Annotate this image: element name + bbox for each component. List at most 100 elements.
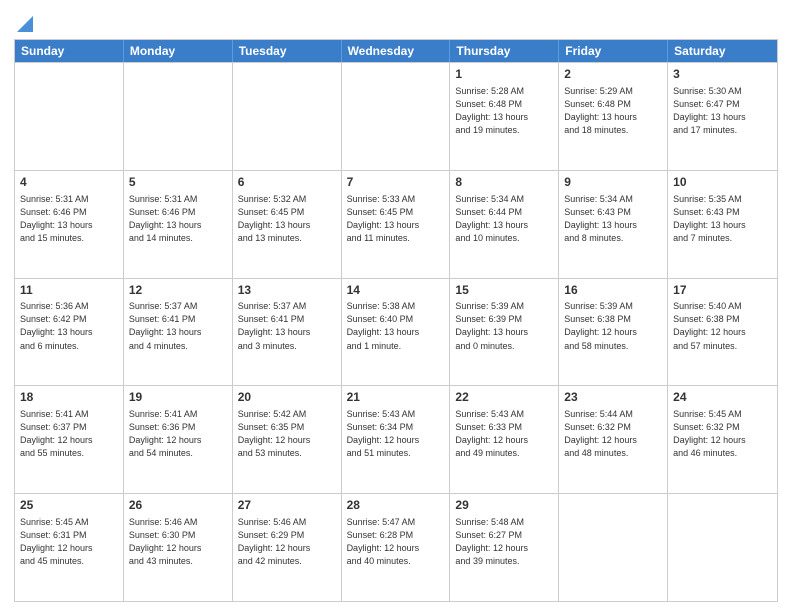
calendar-cell: 25 Sunrise: 5:45 AM Sunset: 6:31 PM Dayli… <box>15 494 124 601</box>
calendar-cell: 13Sunrise: 5:37 AM Sunset: 6:41 PM Dayli… <box>233 279 342 386</box>
cell-info: Sunrise: 5:38 AM Sunset: 6:40 PM Dayligh… <box>347 300 445 352</box>
calendar-cell <box>233 63 342 170</box>
calendar-cell: 26 Sunrise: 5:46 AM Sunset: 6:30 PM Dayli… <box>124 494 233 601</box>
day-number: 11 <box>20 282 118 299</box>
cell-info: Sunrise: 5:41 AM Sunset: 6:36 PM Dayligh… <box>129 408 227 460</box>
day-number: 20 <box>238 389 336 406</box>
cell-info: Sunrise: 5:37 AM Sunset: 6:41 PM Dayligh… <box>238 300 336 352</box>
day-number: 29 <box>455 497 553 514</box>
weekday-header: Wednesday <box>342 40 451 62</box>
calendar-cell: 8 Sunrise: 5:34 AM Sunset: 6:44 PM Daylig… <box>450 171 559 278</box>
cell-info: Sunrise: 5:29 AM Sunset: 6:48 PM Dayligh… <box>564 85 662 137</box>
day-number: 1 <box>455 66 553 83</box>
calendar-cell <box>124 63 233 170</box>
calendar-cell: 12Sunrise: 5:37 AM Sunset: 6:41 PM Dayli… <box>124 279 233 386</box>
weekday-header: Monday <box>124 40 233 62</box>
calendar-cell <box>668 494 777 601</box>
cell-info: Sunrise: 5:46 AM Sunset: 6:29 PM Dayligh… <box>238 516 336 568</box>
cell-info: Sunrise: 5:36 AM Sunset: 6:42 PM Dayligh… <box>20 300 118 352</box>
cell-info: Sunrise: 5:45 AM Sunset: 6:31 PM Dayligh… <box>20 516 118 568</box>
day-number: 22 <box>455 389 553 406</box>
day-number: 7 <box>347 174 445 191</box>
calendar-cell: 2 Sunrise: 5:29 AM Sunset: 6:48 PM Daylig… <box>559 63 668 170</box>
weekday-header: Tuesday <box>233 40 342 62</box>
weekday-header: Friday <box>559 40 668 62</box>
cell-info: Sunrise: 5:39 AM Sunset: 6:38 PM Dayligh… <box>564 300 662 352</box>
day-number: 27 <box>238 497 336 514</box>
cell-info: Sunrise: 5:44 AM Sunset: 6:32 PM Dayligh… <box>564 408 662 460</box>
calendar-cell: 28 Sunrise: 5:47 AM Sunset: 6:28 PM Dayli… <box>342 494 451 601</box>
day-number: 16 <box>564 282 662 299</box>
calendar-cell: 18Sunrise: 5:41 AM Sunset: 6:37 PM Dayli… <box>15 386 124 493</box>
calendar-cell: 20 Sunrise: 5:42 AM Sunset: 6:35 PM Dayli… <box>233 386 342 493</box>
cell-info: Sunrise: 5:34 AM Sunset: 6:44 PM Dayligh… <box>455 193 553 245</box>
calendar-cell: 4 Sunrise: 5:31 AM Sunset: 6:46 PM Daylig… <box>15 171 124 278</box>
day-number: 28 <box>347 497 445 514</box>
calendar-cell: 17Sunrise: 5:40 AM Sunset: 6:38 PM Dayli… <box>668 279 777 386</box>
header <box>14 10 778 33</box>
day-number: 9 <box>564 174 662 191</box>
cell-info: Sunrise: 5:48 AM Sunset: 6:27 PM Dayligh… <box>455 516 553 568</box>
calendar-cell: 3Sunrise: 5:30 AM Sunset: 6:47 PM Daylig… <box>668 63 777 170</box>
calendar-cell: 14Sunrise: 5:38 AM Sunset: 6:40 PM Dayli… <box>342 279 451 386</box>
calendar-cell <box>342 63 451 170</box>
calendar-cell: 27 Sunrise: 5:46 AM Sunset: 6:29 PM Dayli… <box>233 494 342 601</box>
day-number: 21 <box>347 389 445 406</box>
cell-info: Sunrise: 5:43 AM Sunset: 6:33 PM Dayligh… <box>455 408 553 460</box>
calendar-cell <box>559 494 668 601</box>
day-number: 10 <box>673 174 772 191</box>
calendar-cell <box>15 63 124 170</box>
cell-info: Sunrise: 5:35 AM Sunset: 6:43 PM Dayligh… <box>673 193 772 245</box>
day-number: 6 <box>238 174 336 191</box>
calendar-cell: 19 Sunrise: 5:41 AM Sunset: 6:36 PM Dayli… <box>124 386 233 493</box>
weekday-header: Thursday <box>450 40 559 62</box>
day-number: 14 <box>347 282 445 299</box>
weekday-header: Sunday <box>15 40 124 62</box>
day-number: 26 <box>129 497 227 514</box>
cell-info: Sunrise: 5:31 AM Sunset: 6:46 PM Dayligh… <box>20 193 118 245</box>
calendar: SundayMondayTuesdayWednesdayThursdayFrid… <box>14 39 778 602</box>
calendar-row: 1Sunrise: 5:28 AM Sunset: 6:48 PM Daylig… <box>15 62 777 170</box>
day-number: 8 <box>455 174 553 191</box>
calendar-cell: 15Sunrise: 5:39 AM Sunset: 6:39 PM Dayli… <box>450 279 559 386</box>
cell-info: Sunrise: 5:45 AM Sunset: 6:32 PM Dayligh… <box>673 408 772 460</box>
calendar-cell: 5 Sunrise: 5:31 AM Sunset: 6:46 PM Daylig… <box>124 171 233 278</box>
day-number: 13 <box>238 282 336 299</box>
cell-info: Sunrise: 5:39 AM Sunset: 6:39 PM Dayligh… <box>455 300 553 352</box>
calendar-cell: 23 Sunrise: 5:44 AM Sunset: 6:32 PM Dayli… <box>559 386 668 493</box>
cell-info: Sunrise: 5:31 AM Sunset: 6:46 PM Dayligh… <box>129 193 227 245</box>
calendar-row: 18Sunrise: 5:41 AM Sunset: 6:37 PM Dayli… <box>15 385 777 493</box>
calendar-cell: 16Sunrise: 5:39 AM Sunset: 6:38 PM Dayli… <box>559 279 668 386</box>
day-number: 5 <box>129 174 227 191</box>
calendar-header: SundayMondayTuesdayWednesdayThursdayFrid… <box>15 40 777 62</box>
calendar-row: 11Sunrise: 5:36 AM Sunset: 6:42 PM Dayli… <box>15 278 777 386</box>
cell-info: Sunrise: 5:32 AM Sunset: 6:45 PM Dayligh… <box>238 193 336 245</box>
day-number: 2 <box>564 66 662 83</box>
cell-info: Sunrise: 5:47 AM Sunset: 6:28 PM Dayligh… <box>347 516 445 568</box>
day-number: 19 <box>129 389 227 406</box>
cell-info: Sunrise: 5:40 AM Sunset: 6:38 PM Dayligh… <box>673 300 772 352</box>
cell-info: Sunrise: 5:33 AM Sunset: 6:45 PM Dayligh… <box>347 193 445 245</box>
day-number: 24 <box>673 389 772 406</box>
cell-info: Sunrise: 5:34 AM Sunset: 6:43 PM Dayligh… <box>564 193 662 245</box>
cell-info: Sunrise: 5:37 AM Sunset: 6:41 PM Dayligh… <box>129 300 227 352</box>
cell-info: Sunrise: 5:46 AM Sunset: 6:30 PM Dayligh… <box>129 516 227 568</box>
day-number: 3 <box>673 66 772 83</box>
day-number: 17 <box>673 282 772 299</box>
calendar-cell: 7 Sunrise: 5:33 AM Sunset: 6:45 PM Daylig… <box>342 171 451 278</box>
cell-info: Sunrise: 5:42 AM Sunset: 6:35 PM Dayligh… <box>238 408 336 460</box>
logo <box>14 14 33 33</box>
calendar-cell: 29 Sunrise: 5:48 AM Sunset: 6:27 PM Dayli… <box>450 494 559 601</box>
calendar-cell: 10 Sunrise: 5:35 AM Sunset: 6:43 PM Dayli… <box>668 171 777 278</box>
logo-icon <box>17 16 33 32</box>
day-number: 23 <box>564 389 662 406</box>
calendar-cell: 9 Sunrise: 5:34 AM Sunset: 6:43 PM Daylig… <box>559 171 668 278</box>
day-number: 4 <box>20 174 118 191</box>
calendar-cell: 6 Sunrise: 5:32 AM Sunset: 6:45 PM Daylig… <box>233 171 342 278</box>
day-number: 18 <box>20 389 118 406</box>
calendar-cell: 11Sunrise: 5:36 AM Sunset: 6:42 PM Dayli… <box>15 279 124 386</box>
calendar-body: 1Sunrise: 5:28 AM Sunset: 6:48 PM Daylig… <box>15 62 777 601</box>
day-number: 25 <box>20 497 118 514</box>
calendar-cell: 24 Sunrise: 5:45 AM Sunset: 6:32 PM Dayli… <box>668 386 777 493</box>
cell-info: Sunrise: 5:43 AM Sunset: 6:34 PM Dayligh… <box>347 408 445 460</box>
